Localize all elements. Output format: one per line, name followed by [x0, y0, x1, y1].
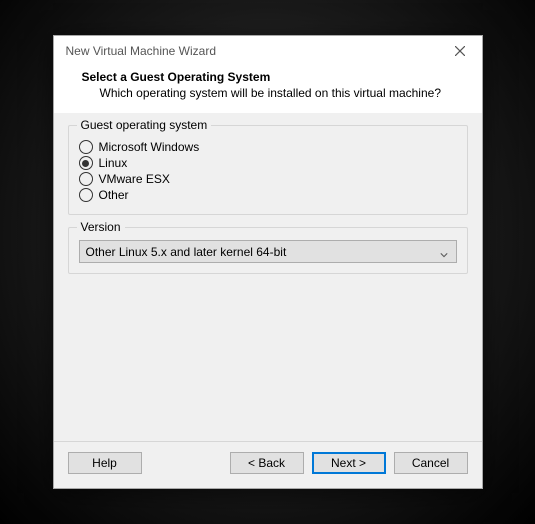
chevron-down-icon	[440, 248, 448, 256]
next-button[interactable]: Next >	[312, 452, 386, 474]
radio-icon	[79, 140, 93, 154]
titlebar: New Virtual Machine Wizard	[54, 36, 482, 66]
radio-label: Other	[99, 188, 129, 202]
wizard-header: Select a Guest Operating System Which op…	[54, 66, 482, 112]
radio-icon	[79, 172, 93, 186]
radio-option-esx[interactable]: VMware ESX	[79, 172, 457, 186]
guest-os-group: Guest operating system Microsoft Windows…	[68, 125, 468, 215]
page-title: Select a Guest Operating System	[82, 70, 460, 84]
wizard-content: Guest operating system Microsoft Windows…	[54, 113, 482, 441]
radio-option-linux[interactable]: Linux	[79, 156, 457, 170]
back-button[interactable]: < Back	[230, 452, 304, 474]
version-group-label: Version	[77, 220, 125, 234]
close-icon	[455, 46, 465, 56]
wizard-footer: Help < Back Next > Cancel	[54, 441, 482, 488]
radio-option-other[interactable]: Other	[79, 188, 457, 202]
close-button[interactable]	[448, 39, 472, 63]
guest-os-group-label: Guest operating system	[77, 118, 212, 132]
radio-label: Linux	[99, 156, 128, 170]
version-group: Version Other Linux 5.x and later kernel…	[68, 227, 468, 274]
version-select-value: Other Linux 5.x and later kernel 64-bit	[86, 245, 287, 259]
radio-icon	[79, 188, 93, 202]
radio-icon	[79, 156, 93, 170]
window-title: New Virtual Machine Wizard	[64, 44, 217, 58]
page-subtitle: Which operating system will be installed…	[82, 86, 460, 100]
wizard-window: New Virtual Machine Wizard Select a Gues…	[53, 35, 483, 489]
radio-option-windows[interactable]: Microsoft Windows	[79, 140, 457, 154]
radio-label: VMware ESX	[99, 172, 170, 186]
cancel-button[interactable]: Cancel	[394, 452, 468, 474]
version-select[interactable]: Other Linux 5.x and later kernel 64-bit	[79, 240, 457, 263]
radio-label: Microsoft Windows	[99, 140, 200, 154]
help-button[interactable]: Help	[68, 452, 142, 474]
